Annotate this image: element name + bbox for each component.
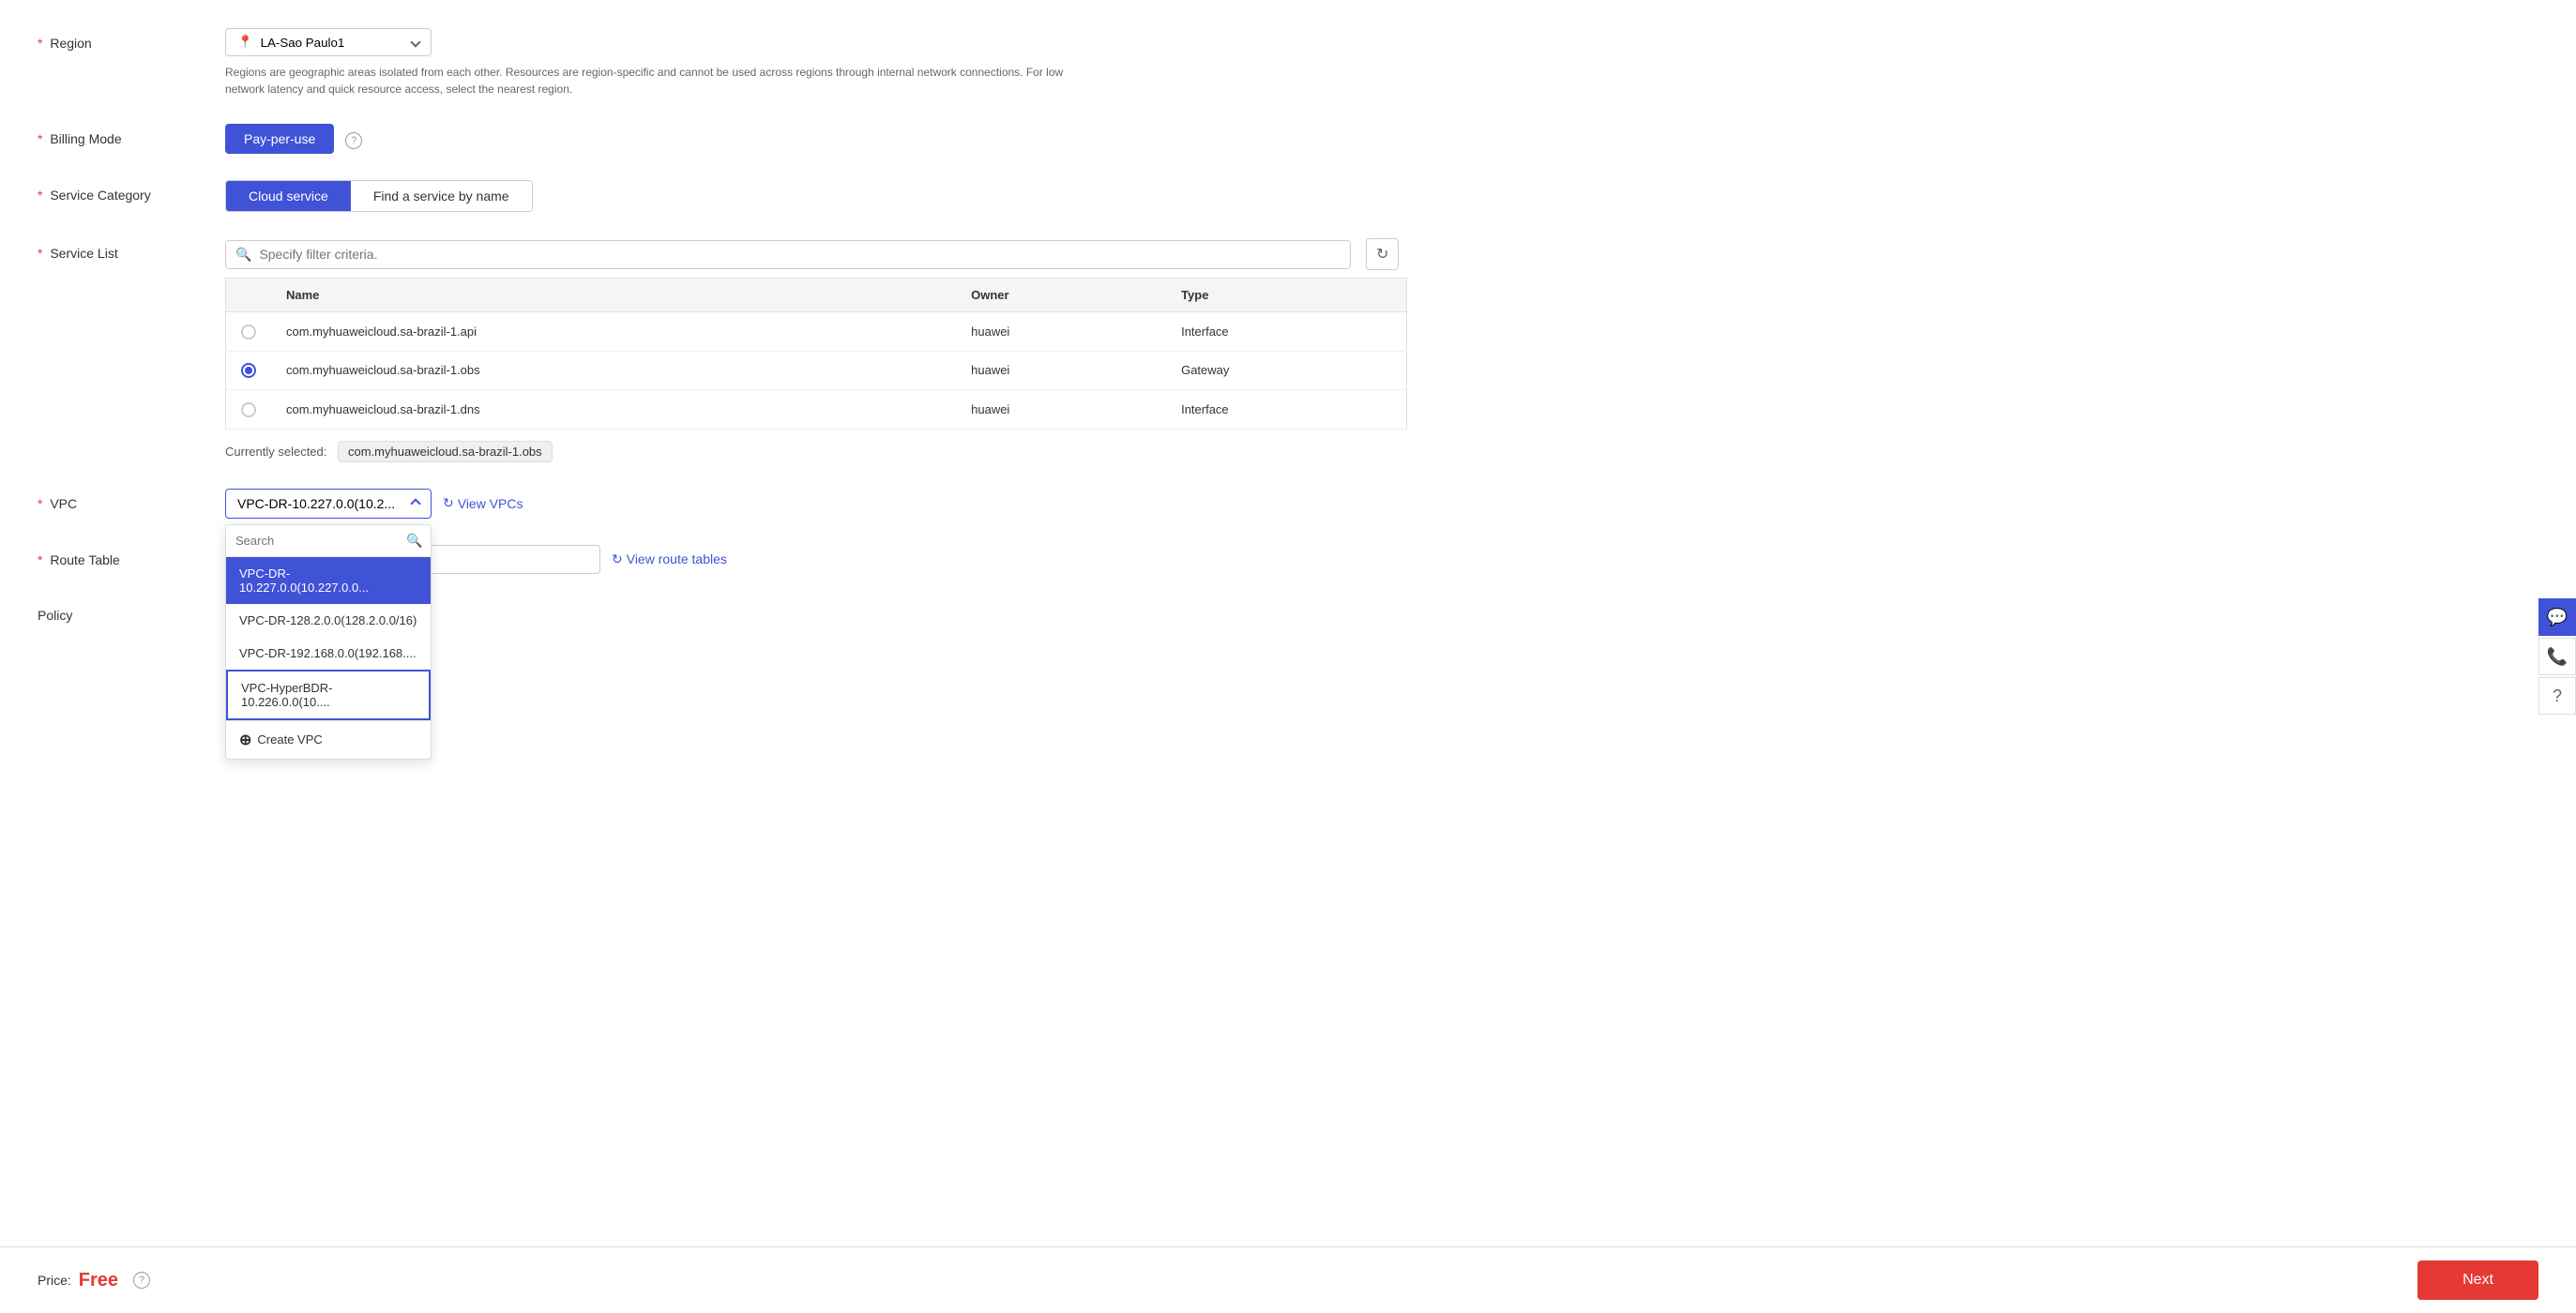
region-content: 📍 LA-Sao Paulo1 Regions are geographic a… — [225, 28, 2538, 98]
table-row[interactable]: com.myhuaweicloud.sa-brazil-1.api huawei… — [226, 312, 1407, 352]
service-table: Name Owner Type com.myhuaweicloud.sa-bra… — [225, 278, 1407, 430]
service-type-1: Interface — [1166, 312, 1406, 352]
location-icon: 📍 — [237, 35, 253, 50]
service-list-content: 🔍 ↻ Name Owner Type — [225, 238, 2538, 462]
vpc-option-2[interactable]: VPC-DR-128.2.0.0(128.2.0.0/16) — [226, 604, 431, 637]
search-icon: 🔍 — [235, 247, 251, 263]
vpc-dropdown-search: 🔍 — [226, 525, 431, 557]
refresh-icon: ↻ — [443, 495, 454, 511]
service-type-2: Gateway — [1166, 351, 1406, 390]
sidebar-icons: 💬 📞 ? — [2538, 598, 2576, 715]
col-name: Name — [271, 279, 956, 312]
currently-selected: Currently selected: com.myhuaweicloud.sa… — [225, 441, 2538, 462]
chevron-up-icon — [410, 498, 420, 508]
route-table-content: 🔍 ↻ View route tables — [225, 545, 2538, 574]
table-row[interactable]: com.myhuaweicloud.sa-brazil-1.obs huawei… — [226, 351, 1407, 390]
chevron-down-icon — [410, 37, 420, 47]
price-label: Price: Free ? — [38, 1270, 150, 1291]
table-row[interactable]: com.myhuaweicloud.sa-brazil-1.dns huawei… — [226, 390, 1407, 430]
vpc-dropdown-container: VPC-DR-10.227.0.0(10.2... 🔍 VPC-DR-10.22… — [225, 489, 432, 519]
service-owner-3: huawei — [956, 390, 1166, 430]
service-category-label: * Service Category — [38, 180, 225, 203]
service-owner-1: huawei — [956, 312, 1166, 352]
vpc-search-icon: 🔍 — [406, 533, 422, 549]
vpc-dropdown: 🔍 VPC-DR-10.227.0.0(10.227.0.0... VPC-DR… — [225, 524, 432, 760]
view-vpcs-link[interactable]: ↻ View VPCs — [443, 495, 523, 511]
billing-mode-row: * Billing Mode Pay-per-use ? — [38, 124, 2538, 154]
view-route-tables-link[interactable]: ↻ View route tables — [612, 551, 727, 567]
col-radio — [226, 279, 272, 312]
radio-cell-2[interactable] — [226, 351, 272, 390]
price-value: Free — [79, 1270, 118, 1291]
region-label: * Region — [38, 28, 225, 51]
service-category-row: * Service Category Cloud service Find a … — [38, 180, 2538, 212]
billing-mode-label: * Billing Mode — [38, 124, 225, 146]
vpc-select-row: VPC-DR-10.227.0.0(10.2... 🔍 VPC-DR-10.22… — [225, 489, 2538, 519]
radio-button-1[interactable] — [241, 324, 256, 340]
help-icon-button[interactable]: ? — [2538, 677, 2576, 715]
plus-icon: ⊕ — [239, 731, 251, 749]
price-help-icon[interactable]: ? — [133, 1272, 150, 1289]
price-bar: Price: Free ? Next — [0, 1246, 2576, 1313]
vpc-option-4[interactable]: VPC-HyperBDR-10.226.0.0(10.... — [226, 670, 431, 720]
service-search-bar: 🔍 — [225, 240, 1351, 269]
billing-help-icon[interactable]: ? — [345, 132, 362, 149]
service-name-1: com.myhuaweicloud.sa-brazil-1.api — [271, 312, 956, 352]
region-row: * Region 📍 LA-Sao Paulo1 Regions are geo… — [38, 28, 2538, 98]
radio-button-2[interactable] — [241, 363, 256, 378]
col-type: Type — [1166, 279, 1406, 312]
cloud-service-tab[interactable]: Cloud service — [226, 181, 351, 211]
service-name-3: com.myhuaweicloud.sa-brazil-1.dns — [271, 390, 956, 430]
service-category-content: Cloud service Find a service by name — [225, 180, 2538, 212]
pay-per-use-button[interactable]: Pay-per-use — [225, 124, 334, 154]
radio-cell-1[interactable] — [226, 312, 272, 352]
chat-icon-button[interactable]: 💬 — [2538, 598, 2576, 636]
vpc-option-1[interactable]: VPC-DR-10.227.0.0(10.227.0.0... — [226, 557, 431, 604]
route-table-row-inner: 🔍 ↻ View route tables — [225, 545, 2538, 574]
service-type-3: Interface — [1166, 390, 1406, 430]
radio-button-3[interactable] — [241, 402, 256, 417]
page-container: * Region 📍 LA-Sao Paulo1 Regions are geo… — [0, 0, 2576, 1313]
next-button[interactable]: Next — [2417, 1260, 2538, 1300]
service-list-row: * Service List 🔍 ↻ Name Owner Type — [38, 238, 2538, 462]
service-list-header: 🔍 ↻ — [225, 238, 2538, 270]
vpc-option-3[interactable]: VPC-DR-192.168.0.0(192.168.... — [226, 637, 431, 670]
region-hint: Regions are geographic areas isolated fr… — [225, 64, 1069, 98]
region-value: LA-Sao Paulo1 — [261, 36, 345, 50]
vpc-select-button[interactable]: VPC-DR-10.227.0.0(10.2... — [225, 489, 432, 519]
radio-cell-3[interactable] — [226, 390, 272, 430]
route-refresh-icon: ↻ — [612, 551, 623, 567]
vpc-value: VPC-DR-10.227.0.0(10.2... — [237, 496, 395, 511]
find-service-tab[interactable]: Find a service by name — [351, 181, 532, 211]
vpc-label: * VPC — [38, 489, 225, 511]
billing-mode-content: Pay-per-use ? — [225, 124, 2538, 154]
policy-label: Policy — [38, 600, 225, 623]
service-name-2: com.myhuaweicloud.sa-brazil-1.obs — [271, 351, 956, 390]
selected-service-badge: com.myhuaweicloud.sa-brazil-1.obs — [338, 441, 553, 462]
service-search-input[interactable] — [259, 247, 1341, 262]
phone-icon-button[interactable]: 📞 — [2538, 638, 2576, 675]
service-table-header-row: Name Owner Type — [226, 279, 1407, 312]
vpc-search-input[interactable] — [235, 534, 401, 548]
route-table-label: * Route Table — [38, 545, 225, 567]
vpc-row: * VPC VPC-DR-10.227.0.0(10.2... 🔍 — [38, 489, 2538, 519]
service-category-tabs: Cloud service Find a service by name — [225, 180, 533, 212]
service-owner-2: huawei — [956, 351, 1166, 390]
vpc-content: VPC-DR-10.227.0.0(10.2... 🔍 VPC-DR-10.22… — [225, 489, 2538, 519]
service-list-label: * Service List — [38, 238, 225, 261]
service-list-refresh-button[interactable]: ↻ — [1366, 238, 1399, 270]
col-owner: Owner — [956, 279, 1166, 312]
region-select[interactable]: 📍 LA-Sao Paulo1 — [225, 28, 432, 56]
vpc-create-option[interactable]: ⊕ Create VPC — [226, 720, 431, 759]
